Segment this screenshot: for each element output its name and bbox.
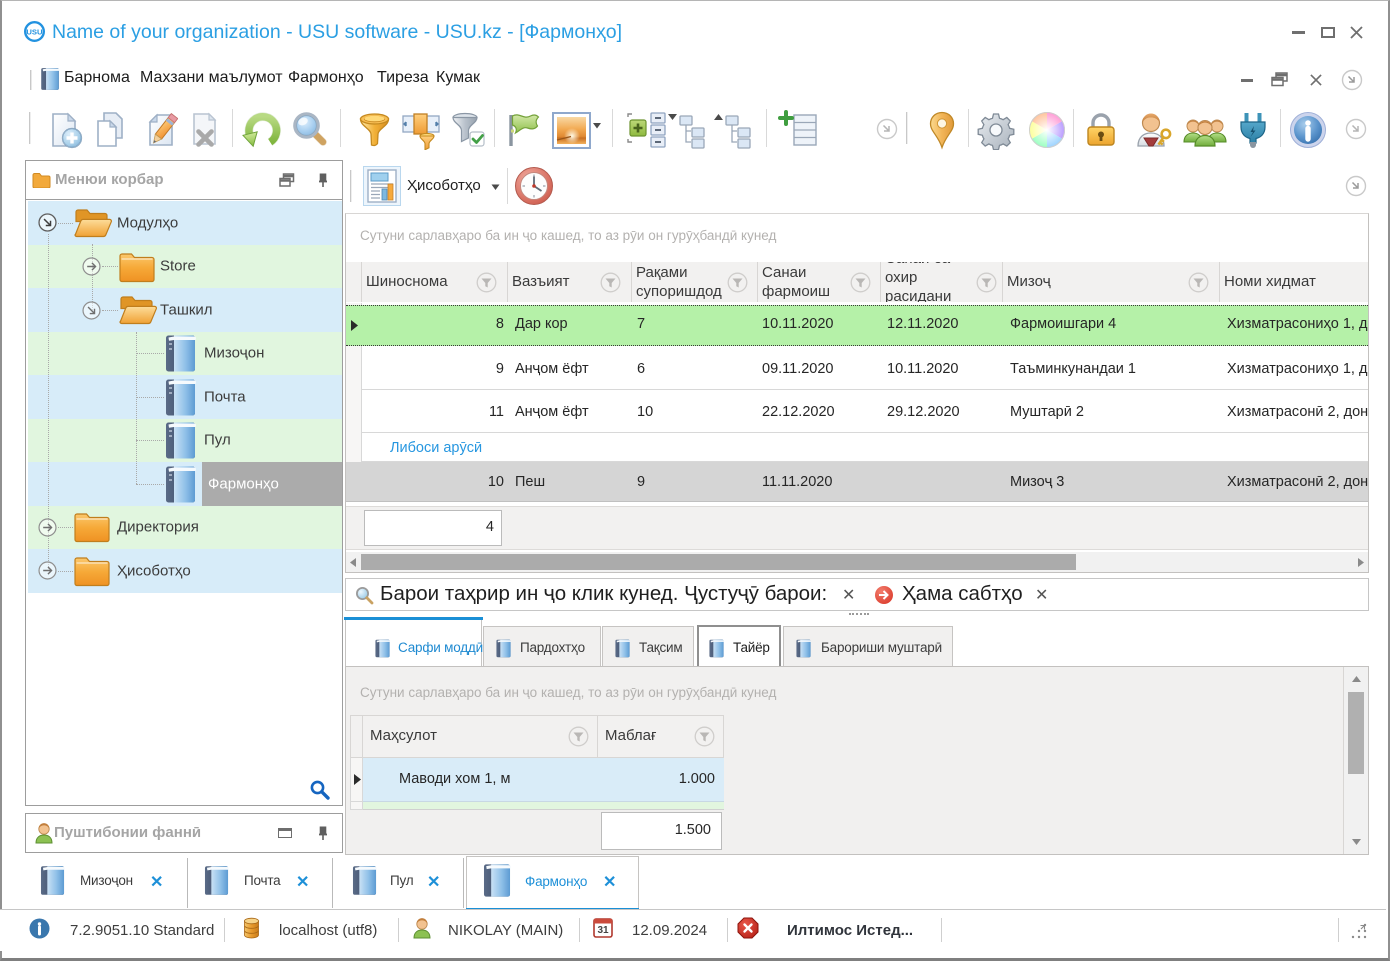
svg-text:USU: USU [26,28,43,37]
svg-text:31: 31 [597,925,609,936]
